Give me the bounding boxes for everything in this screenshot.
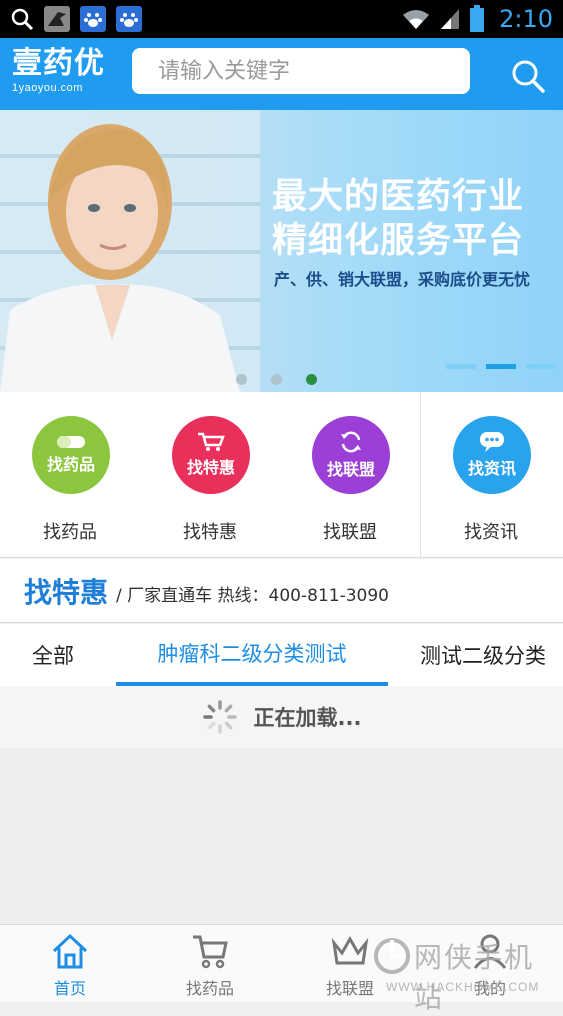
pagination-dot-active[interactable] — [306, 374, 317, 385]
banner-subtitle: 产、供、销大联盟，采购底价更无忧 — [274, 270, 531, 289]
content-area — [0, 748, 563, 924]
spinner-icon — [202, 700, 237, 734]
deals-subtitle: / 厂家直通车 热线：400-811-3090 — [116, 586, 389, 606]
nav-find-drugs[interactable]: 找药品 — [140, 925, 280, 1003]
quick-label: 找联盟 — [323, 522, 377, 543]
banner-pagination-dots — [236, 374, 317, 385]
quick-circle-label: 找联盟 — [326, 460, 375, 479]
cart-icon — [198, 432, 225, 451]
clock-time: 2:10 — [499, 5, 553, 33]
pill-icon — [57, 436, 85, 448]
baidu-icon — [116, 6, 142, 32]
loading-indicator: 正在加载... — [0, 686, 563, 748]
quick-circle-label: 找药品 — [46, 455, 95, 474]
status-bar: 2:10 — [0, 0, 563, 38]
quick-find-deals[interactable]: 找特惠 找特惠 — [140, 392, 280, 558]
tab-oncology-subcategory[interactable]: 肿瘤科二级分类测试 — [116, 624, 388, 686]
battery-icon — [469, 5, 485, 33]
search-input[interactable] — [132, 48, 470, 94]
deals-title: 找特惠 — [24, 575, 109, 609]
quick-label: 找特惠 — [183, 522, 237, 543]
quick-circle[interactable]: 找联盟 — [312, 416, 390, 494]
category-tabs: 全部 肿瘤科二级分类测试 测试二级分类 — [0, 624, 563, 686]
baidu-icon — [80, 6, 106, 32]
nav-label: 找药品 — [185, 979, 234, 998]
quick-label: 找资讯 — [464, 522, 518, 543]
quick-find-drugs[interactable]: 找药品 找药品 — [0, 392, 140, 558]
nav-home[interactable]: 首页 — [0, 925, 140, 1003]
logo-text: 壹药优 — [12, 46, 105, 81]
quick-find-alliance[interactable]: 找联盟 找联盟 — [280, 392, 420, 558]
quick-circle[interactable]: 找药品 — [32, 416, 110, 494]
pagination-bar[interactable] — [526, 364, 556, 369]
refresh-icon — [341, 431, 361, 453]
quick-label: 找药品 — [43, 522, 97, 543]
quick-circle-label: 找资讯 — [467, 459, 516, 478]
logo-subtext: 1yaoyou.com — [12, 82, 83, 94]
home-icon — [52, 933, 88, 969]
banner-title-line2: 精细化服务平台 — [272, 221, 525, 261]
quick-circle[interactable]: 找资讯 — [453, 416, 531, 494]
watermark-logo-icon — [374, 938, 410, 974]
logo[interactable]: 壹药优 1yaoyou.com — [12, 46, 112, 102]
pagination-bar-active[interactable] — [486, 364, 516, 369]
nav-label: 首页 — [53, 979, 86, 998]
watermark-url: WWW.HACKHOME.COM — [386, 980, 540, 994]
tab-test-subcategory[interactable]: 测试二级分类 — [388, 624, 563, 686]
quick-circle[interactable]: 找特惠 — [172, 416, 250, 494]
quick-circle-label: 找特惠 — [186, 458, 235, 477]
loading-text: 正在加载... — [253, 706, 362, 730]
pagination-bar[interactable] — [446, 364, 476, 369]
cart-icon — [193, 935, 228, 969]
promo-banner[interactable]: 最大的医药行业 精细化服务平台 产、供、销大联盟，采购底价更无忧 — [0, 110, 563, 392]
quick-find-news[interactable]: 找资讯 找资讯 — [420, 392, 563, 558]
wifi-icon — [401, 7, 431, 31]
pharmacist-image — [0, 124, 240, 392]
search-icon — [10, 7, 34, 31]
tab-all[interactable]: 全部 — [0, 624, 116, 686]
quick-links: 找药品 找药品 找特惠 找特惠 找联盟 找联盟 找资讯 找资讯 — [0, 392, 563, 558]
signal-icon — [439, 7, 461, 31]
chat-icon — [480, 432, 504, 452]
search-icon[interactable] — [508, 56, 548, 96]
bird-icon — [44, 6, 70, 32]
watermark-text: 网侠手机站 — [414, 941, 535, 1014]
deals-heading: 找特惠 / 厂家直通车 热线：400-811-3090 — [0, 559, 563, 623]
app-header: 壹药优 1yaoyou.com — [0, 38, 563, 110]
pagination-dot[interactable] — [271, 374, 282, 385]
crown-icon — [331, 935, 369, 965]
pagination-dot[interactable] — [236, 374, 247, 385]
watermark: 网侠手机站 WWW.HACKHOME.COM — [366, 930, 563, 1014]
banner-pagination-bars — [446, 364, 556, 369]
